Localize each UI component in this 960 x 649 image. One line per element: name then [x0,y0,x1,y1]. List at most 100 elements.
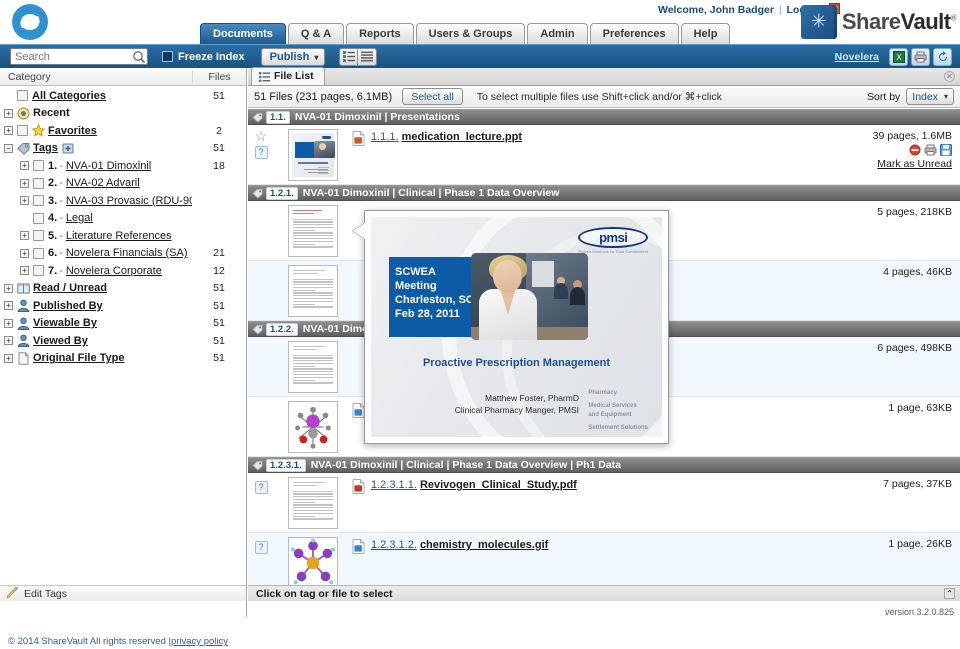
print-allowed-icon[interactable] [924,144,937,156]
sidebar-item-literature-references[interactable]: +5. - Literature References [0,227,246,245]
sidebar-item-all-categories[interactable]: All Categories 51 [0,87,246,105]
expand-toggle-icon[interactable]: + [4,353,13,363]
category-checkbox[interactable] [33,265,44,277]
view-mode-group [339,47,378,66]
export-excel-button[interactable]: X [889,47,908,66]
search-box [10,48,148,65]
category-checkbox[interactable] [33,230,44,242]
edit-tags-button[interactable]: Edit Tags [0,585,246,601]
collapse-icon[interactable]: ⌃ [944,588,955,599]
help-question-icon[interactable]: ? [254,146,268,159]
category-checkbox[interactable] [33,177,44,189]
file-thumbnail[interactable] [288,265,338,317]
mark-as-unread-link[interactable]: Mark as Unread [830,158,952,170]
privacy-policy-link[interactable]: privacy policy [171,636,228,647]
select-all-button[interactable]: Select all [402,88,463,105]
expand-toggle-icon[interactable]: + [20,248,29,258]
refresh-button[interactable] [933,47,952,66]
detail-view-button[interactable] [358,47,378,66]
user-icon [17,334,30,348]
category-checkbox[interactable] [17,125,28,137]
no-download-icon[interactable] [909,144,921,156]
sidebar-col-category: Category [8,70,51,83]
file-thumbnail[interactable] [288,537,338,585]
file-name-link[interactable]: 1.1.1. medication_lecture.ppt [371,131,522,143]
category-checkbox[interactable] [33,247,44,259]
list-view-button[interactable] [339,47,359,66]
sidebar-item-nva-02-advaril[interactable]: +2. - NVA-02 Advaril [0,175,246,193]
freeze-index-checkbox[interactable] [162,51,173,62]
sidebar-item-nva-03-provasic-rdu-90[interactable]: +3. - NVA-03 Provasic (RDU-90) [0,192,246,210]
search-input[interactable] [10,48,148,65]
category-checkbox[interactable] [33,160,44,172]
file-thumbnail[interactable] [288,401,338,453]
expand-toggle-icon[interactable]: + [4,108,13,118]
sidebar-item-viewed-by[interactable]: + Viewed By 51 [0,332,246,350]
close-panel-icon[interactable]: ✕ [944,71,955,82]
file-group-header[interactable]: 1.2.1. NVA-01 Dimoxinil | Clinical | Phas… [248,185,960,201]
save-allowed-icon[interactable] [940,144,952,156]
freeze-index-toggle[interactable]: Freeze Index [162,51,245,63]
expand-toggle-icon[interactable]: + [4,336,13,346]
sidebar-item-recent[interactable]: + Recent [0,105,246,123]
sidebar-item-count: 51 [213,299,225,312]
search-icon[interactable] [132,50,146,64]
print-button[interactable] [911,47,930,66]
sidebar-item-nva-01-dimoxinil[interactable]: +1. - NVA-01 Dimoxinil 18 [0,157,246,175]
expand-toggle-icon[interactable]: + [4,126,13,136]
expand-toggle-icon[interactable]: + [20,161,29,171]
printer-icon [914,51,927,62]
favorite-star-icon[interactable]: ☆ [255,129,268,143]
tab-preferences[interactable]: Preferences [589,23,679,44]
file-group-header[interactable]: 1.1. NVA-01 Dimoxinil | Presentations [248,109,960,125]
category-checkbox[interactable] [33,212,44,224]
expand-toggle-icon[interactable]: + [4,283,13,293]
tab-qa[interactable]: Q & A [287,23,345,44]
tag-icon [252,324,263,335]
file-row[interactable]: ? 1.2.3.1.2. chemistry_molecules.gif 1 pag… [248,533,960,585]
sidebar-item-favorites[interactable]: + Favorites 2 [0,122,246,140]
tab-documents[interactable]: Documents [200,23,286,44]
file-thumbnail[interactable] [288,477,338,529]
collapse-toggle-icon[interactable]: − [4,143,13,153]
file-name-link[interactable]: 1.2.3.1.2. chemistry_molecules.gif [371,539,548,551]
sidebar-item-novelera-financials-sa[interactable]: +6. - Novelera Financials (SA) 21 [0,245,246,263]
tab-file-list[interactable]: File List [251,67,325,85]
sidebar-item-novelera-corporate[interactable]: +7. - Novelera Corporate 12 [0,262,246,280]
help-question-icon[interactable]: ? [254,541,268,554]
expand-toggle-icon[interactable]: + [20,196,29,206]
expand-toggle-icon[interactable]: + [20,178,29,188]
footer-copyright: © 2014 ShareVault All rights reserved | … [0,634,960,649]
sort-select[interactable]: Index ▾ [906,88,954,105]
tab-reports[interactable]: Reports [346,23,414,44]
expand-toggle-icon[interactable]: + [4,301,13,311]
sidebar-item-published-by[interactable]: + Published By 51 [0,297,246,315]
category-checkbox[interactable] [17,90,28,102]
file-row[interactable]: ☆? 1.1.1. medication_lecture.ppt 39 pages,… [248,125,960,185]
file-group-header[interactable]: 1.2.3.1. NVA-01 Dimoxinil | Clinical | Ph… [248,457,960,473]
tab-admin[interactable]: Admin [527,23,588,44]
file-thumbnail[interactable] [288,341,338,393]
file-row[interactable]: ? 1.2.3.1.1. Revivogen_Clinical_Study.pdf… [248,473,960,533]
expand-toggle-icon[interactable]: + [20,266,29,276]
tab-users-groups[interactable]: Users & Groups [415,23,526,44]
file-size-pages: 5 pages, 218KB [877,206,952,218]
add-tag-button[interactable] [62,142,75,155]
help-question-icon[interactable]: ? [254,481,268,494]
file-thumbnail[interactable] [288,205,338,257]
sidebar-item-original-file-type[interactable]: + Original File Type 51 [0,350,246,368]
expand-toggle-icon[interactable]: + [20,231,29,241]
file-name-link[interactable]: 1.2.3.1.1. Revivogen_Clinical_Study.pdf [371,479,577,491]
sidebar-item-viewable-by[interactable]: + Viewable By 51 [0,315,246,333]
sidebar-item-read-unread[interactable]: + Read / Unread 51 [0,280,246,298]
publish-button[interactable]: Publish ▾ [260,47,326,66]
tab-help[interactable]: Help [680,23,731,44]
expand-toggle-icon[interactable]: + [4,318,13,328]
account-link[interactable]: Novelera [835,51,879,63]
sidebar-item-legal[interactable]: 4. - Legal [0,210,246,228]
sharevault-wordmark: ShareVault® [842,9,957,35]
file-meta-cell: 6 pages, 498KB [830,337,960,396]
sidebar-item-tags[interactable]: − Tags 51 [0,140,246,158]
file-thumbnail[interactable] [288,129,338,181]
category-checkbox[interactable] [33,195,44,207]
